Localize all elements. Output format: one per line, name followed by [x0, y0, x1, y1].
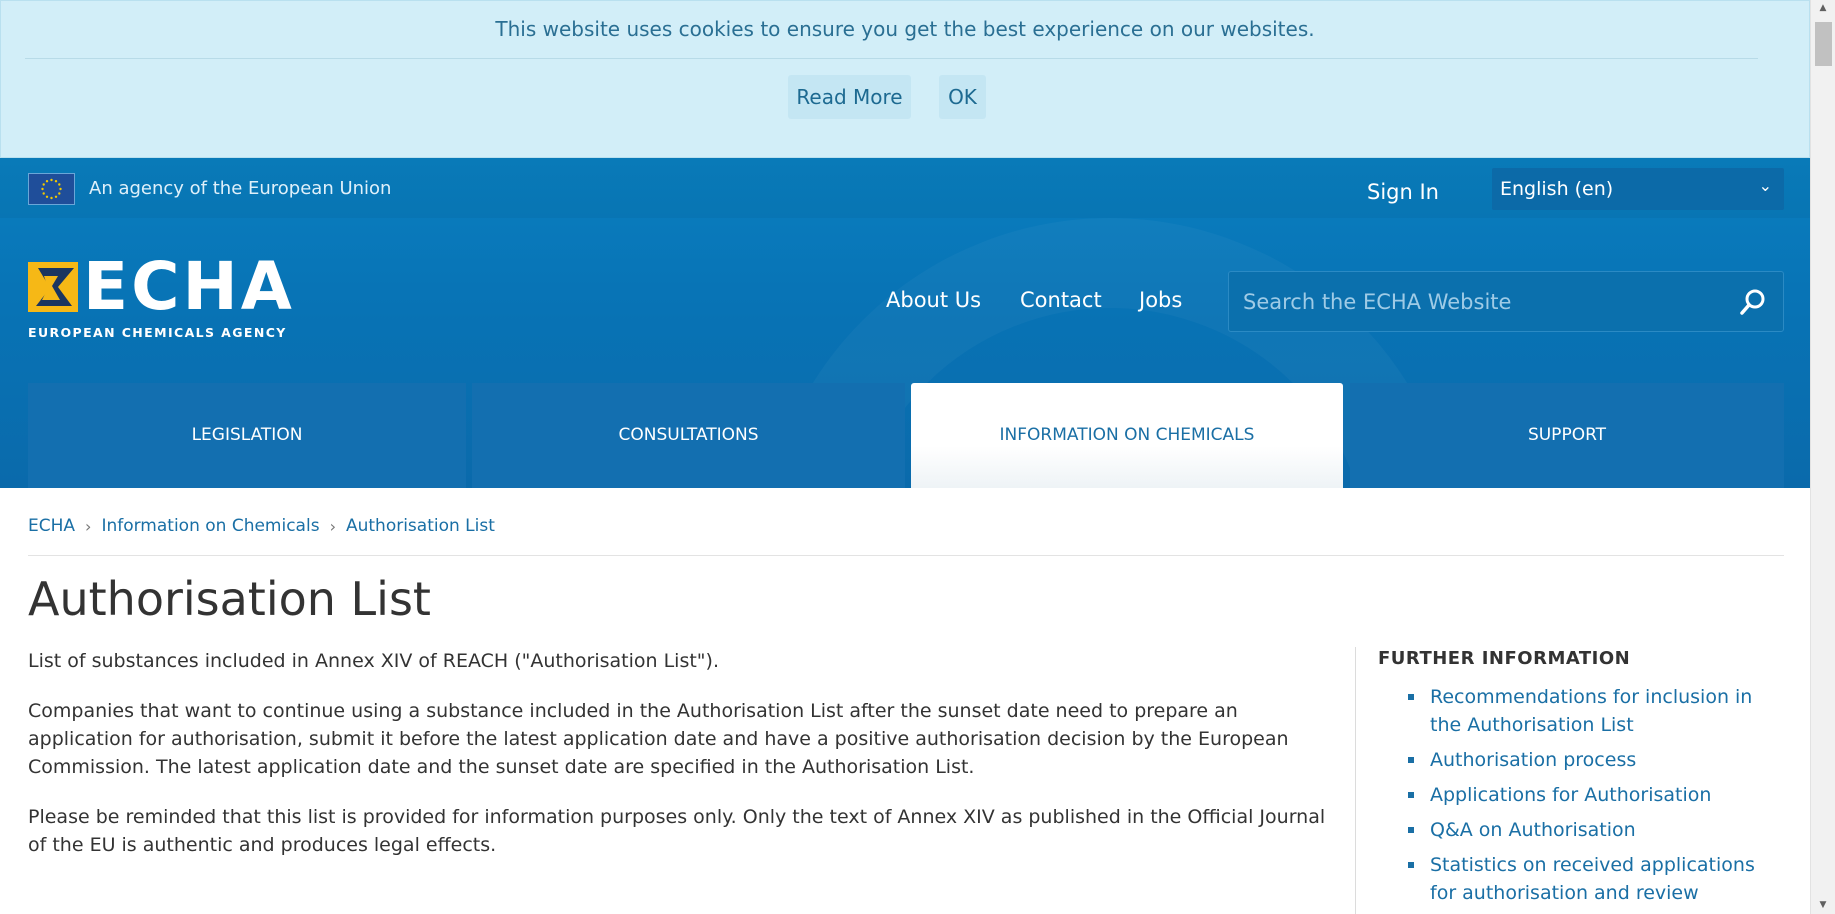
- tab-consultations[interactable]: CONSULTATIONS: [472, 383, 905, 488]
- scroll-thumb[interactable]: [1815, 22, 1832, 66]
- search-input[interactable]: [1243, 272, 1713, 331]
- sidebar-link-qa[interactable]: Q&A on Authorisation: [1378, 816, 1778, 844]
- scroll-up-icon[interactable]: ▲: [1811, 0, 1835, 17]
- breadcrumb-divider: [28, 555, 1784, 556]
- bullet-icon: [1408, 792, 1414, 798]
- sidebar-link-label: Recommendations for inclusion in the Aut…: [1430, 686, 1753, 736]
- eu-flag-icon: [28, 173, 75, 205]
- echa-logo[interactable]: ECHA EUROPEAN CHEMICALS AGENCY: [28, 254, 318, 342]
- bullet-icon: [1408, 827, 1414, 833]
- search-box: [1228, 271, 1784, 332]
- breadcrumb-echa[interactable]: ECHA: [28, 516, 75, 536]
- main-content: List of substances included in Annex XIV…: [28, 647, 1338, 881]
- chevron-down-icon: ⌄: [1758, 176, 1772, 195]
- chevron-right-icon: ›: [85, 516, 92, 536]
- breadcrumb-authorisation-list[interactable]: Authorisation List: [346, 516, 495, 536]
- sidebar-link-label: Q&A on Authorisation: [1430, 819, 1636, 841]
- ok-button[interactable]: OK: [939, 75, 986, 119]
- chevron-right-icon: ›: [329, 516, 336, 536]
- bullet-icon: [1408, 862, 1414, 868]
- sidebar-link-label: Statistics on received applications for …: [1430, 854, 1755, 904]
- further-information-list: Recommendations for inclusion in the Aut…: [1378, 683, 1778, 914]
- bullet-icon: [1408, 757, 1414, 763]
- page-title: Authorisation List: [28, 572, 431, 626]
- cookie-divider: [25, 58, 1758, 59]
- nav-jobs[interactable]: Jobs: [1139, 288, 1182, 312]
- breadcrumb: ECHA › Information on Chemicals › Author…: [28, 516, 495, 536]
- scroll-down-icon[interactable]: ▼: [1811, 897, 1835, 914]
- sidebar-link-authorisation-process[interactable]: Authorisation process: [1378, 746, 1778, 774]
- nav-about-us[interactable]: About Us: [886, 288, 981, 312]
- language-value: English (en): [1500, 178, 1614, 200]
- agency-text: An agency of the European Union: [89, 178, 392, 199]
- breadcrumb-information-on-chemicals[interactable]: Information on Chemicals: [101, 516, 319, 536]
- read-more-button[interactable]: Read More: [788, 75, 911, 119]
- sign-in-link[interactable]: Sign In: [1367, 180, 1439, 204]
- tab-support[interactable]: SUPPORT: [1350, 383, 1784, 488]
- sidebar-link-applications[interactable]: Applications for Authorisation: [1378, 781, 1778, 809]
- language-select[interactable]: English (en) ⌄: [1492, 168, 1784, 210]
- search-icon[interactable]: [1739, 288, 1767, 316]
- vertical-scrollbar[interactable]: ▲ ▼: [1810, 0, 1835, 914]
- intro-paragraph: List of substances included in Annex XIV…: [28, 650, 719, 672]
- disclaimer-paragraph: Please be reminded that this list is pro…: [28, 806, 1326, 856]
- cookie-message: This website uses cookies to ensure you …: [495, 17, 1315, 41]
- tab-legislation[interactable]: LEGISLATION: [28, 383, 466, 488]
- sidebar-divider: [1355, 647, 1356, 914]
- logo-wordmark: ECHA: [83, 248, 295, 325]
- bullet-icon: [1408, 694, 1414, 700]
- sidebar-link-label: Applications for Authorisation: [1430, 784, 1712, 806]
- sidebar-link-label: Authorisation process: [1430, 749, 1637, 771]
- logo-subtitle: EUROPEAN CHEMICALS AGENCY: [28, 325, 287, 340]
- sidebar-title: FURTHER INFORMATION: [1378, 648, 1631, 669]
- nav-contact[interactable]: Contact: [1020, 288, 1102, 312]
- companies-paragraph: Companies that want to continue using a …: [28, 700, 1289, 778]
- site-header: An agency of the European Union Sign In …: [0, 158, 1810, 488]
- tab-information-on-chemicals[interactable]: INFORMATION ON CHEMICALS: [911, 383, 1343, 488]
- sidebar-link-recommendations[interactable]: Recommendations for inclusion in the Aut…: [1378, 683, 1778, 739]
- logo-mark-icon: [28, 262, 78, 312]
- sidebar-link-statistics[interactable]: Statistics on received applications for …: [1378, 851, 1778, 907]
- cookie-banner: This website uses cookies to ensure you …: [0, 0, 1810, 158]
